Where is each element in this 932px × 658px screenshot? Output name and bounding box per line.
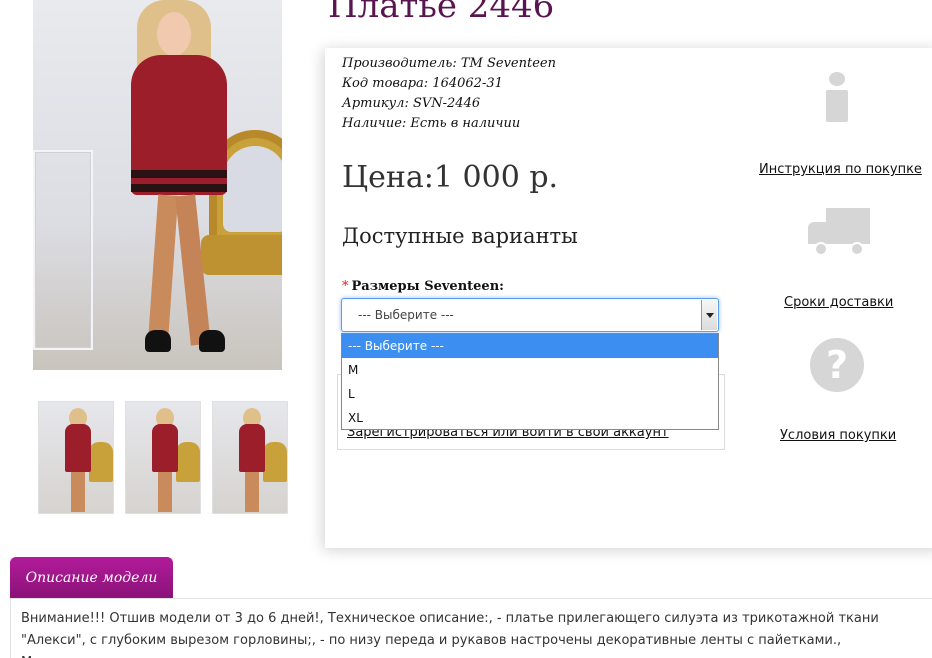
- thumbnail-3[interactable]: [212, 401, 288, 514]
- wall-panel: [33, 150, 93, 350]
- size-select[interactable]: --- Выберите ---: [341, 298, 719, 332]
- size-select-value: --- Выберите ---: [358, 308, 454, 322]
- description-text: Внимание!!! Отшив модели от 3 до 6 дней!…: [21, 611, 879, 658]
- product-price: Цена:1 000 р.: [342, 160, 558, 195]
- thumbnail-1[interactable]: [38, 401, 114, 514]
- thumb-chair: [263, 442, 287, 482]
- size-label: * Размеры Seventeen:: [342, 279, 504, 294]
- info-icon: [826, 72, 848, 124]
- tab-description[interactable]: Описание модели: [10, 557, 173, 599]
- thumb-dress: [239, 424, 265, 472]
- spec-label: Наличие:: [342, 116, 407, 131]
- size-option-placeholder[interactable]: --- Выберите ---: [342, 334, 718, 358]
- size-option-xl[interactable]: XL: [342, 406, 718, 430]
- thumb-legs: [158, 472, 172, 512]
- required-mark: *: [342, 279, 349, 294]
- dress-stripe: [131, 170, 227, 178]
- truck-body: [826, 208, 870, 244]
- truck-wheel: [814, 242, 828, 256]
- truck-icon: [808, 208, 870, 258]
- product-title: Платье 2446: [328, 0, 555, 26]
- variants-title: Доступные варианты: [342, 224, 578, 248]
- size-dropdown-list: --- Выберите --- M L XL: [341, 333, 719, 430]
- spec-label: Артикул:: [342, 96, 409, 111]
- size-label-text: Размеры Seventeen:: [351, 279, 504, 294]
- thumb-chair: [89, 442, 113, 482]
- spec-label: Производитель:: [342, 56, 457, 71]
- spec-code: Код товара: 164062-31: [342, 76, 503, 91]
- price-label: Цена:: [342, 160, 434, 195]
- thumb-chair: [176, 442, 200, 482]
- info-icon-bar: [826, 90, 848, 122]
- model-leg: [147, 194, 179, 346]
- truck-wheel: [850, 242, 864, 256]
- dress-stripe: [131, 184, 227, 192]
- thumb-dress: [152, 424, 178, 472]
- price-value: 1 000 р.: [433, 160, 559, 195]
- thumb-dress: [65, 424, 91, 472]
- main-product-photo[interactable]: [33, 0, 282, 370]
- size-option-l[interactable]: L: [342, 382, 718, 406]
- purchase-instructions-link[interactable]: Инструкция по покупке: [759, 162, 922, 177]
- chair-seat: [201, 235, 282, 275]
- spec-value: ТМ Seventeen: [460, 56, 556, 71]
- chevron-down-icon[interactable]: [701, 300, 717, 330]
- spec-value: 164062-31: [432, 76, 503, 91]
- spec-article: Артикул: SVN-2446: [342, 96, 480, 111]
- thumb-legs: [71, 472, 85, 512]
- spec-value: Есть в наличии: [410, 116, 521, 131]
- shoe: [145, 330, 171, 352]
- spec-label: Код товара:: [342, 76, 429, 91]
- shoe: [199, 330, 225, 352]
- chair-cushion: [223, 146, 282, 232]
- question-icon: ?: [810, 338, 864, 392]
- info-icon-dot: [829, 72, 845, 86]
- delivery-terms-link[interactable]: Сроки доставки: [784, 295, 893, 310]
- size-option-m[interactable]: M: [342, 358, 718, 382]
- spec-stock: Наличие: Есть в наличии: [342, 116, 520, 131]
- model-face: [157, 12, 191, 56]
- thumbnail-2[interactable]: [125, 401, 201, 514]
- spec-value: SVN-2446: [412, 96, 481, 111]
- thumb-legs: [245, 472, 259, 512]
- spec-manufacturer: Производитель: ТМ Seventeen: [342, 56, 556, 71]
- purchase-conditions-link[interactable]: Условия покупки: [780, 428, 896, 443]
- truck-cab: [808, 222, 828, 244]
